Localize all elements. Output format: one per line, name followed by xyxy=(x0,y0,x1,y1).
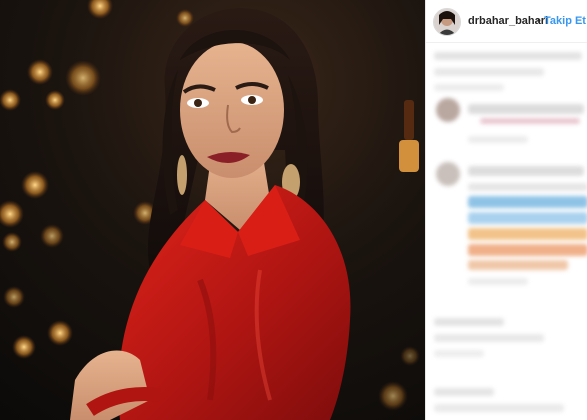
post-sidebar: drbahar_bahari • Takip Et xyxy=(425,0,587,420)
post-photo[interactable] xyxy=(0,0,425,420)
portrait-photo-illustration xyxy=(0,0,420,420)
avatar[interactable] xyxy=(433,8,461,36)
post-header: drbahar_bahari • Takip Et xyxy=(426,0,587,43)
profile-photo-icon xyxy=(434,9,460,35)
follow-button[interactable]: Takip Et xyxy=(544,15,586,27)
separator-dot: • xyxy=(537,15,541,27)
